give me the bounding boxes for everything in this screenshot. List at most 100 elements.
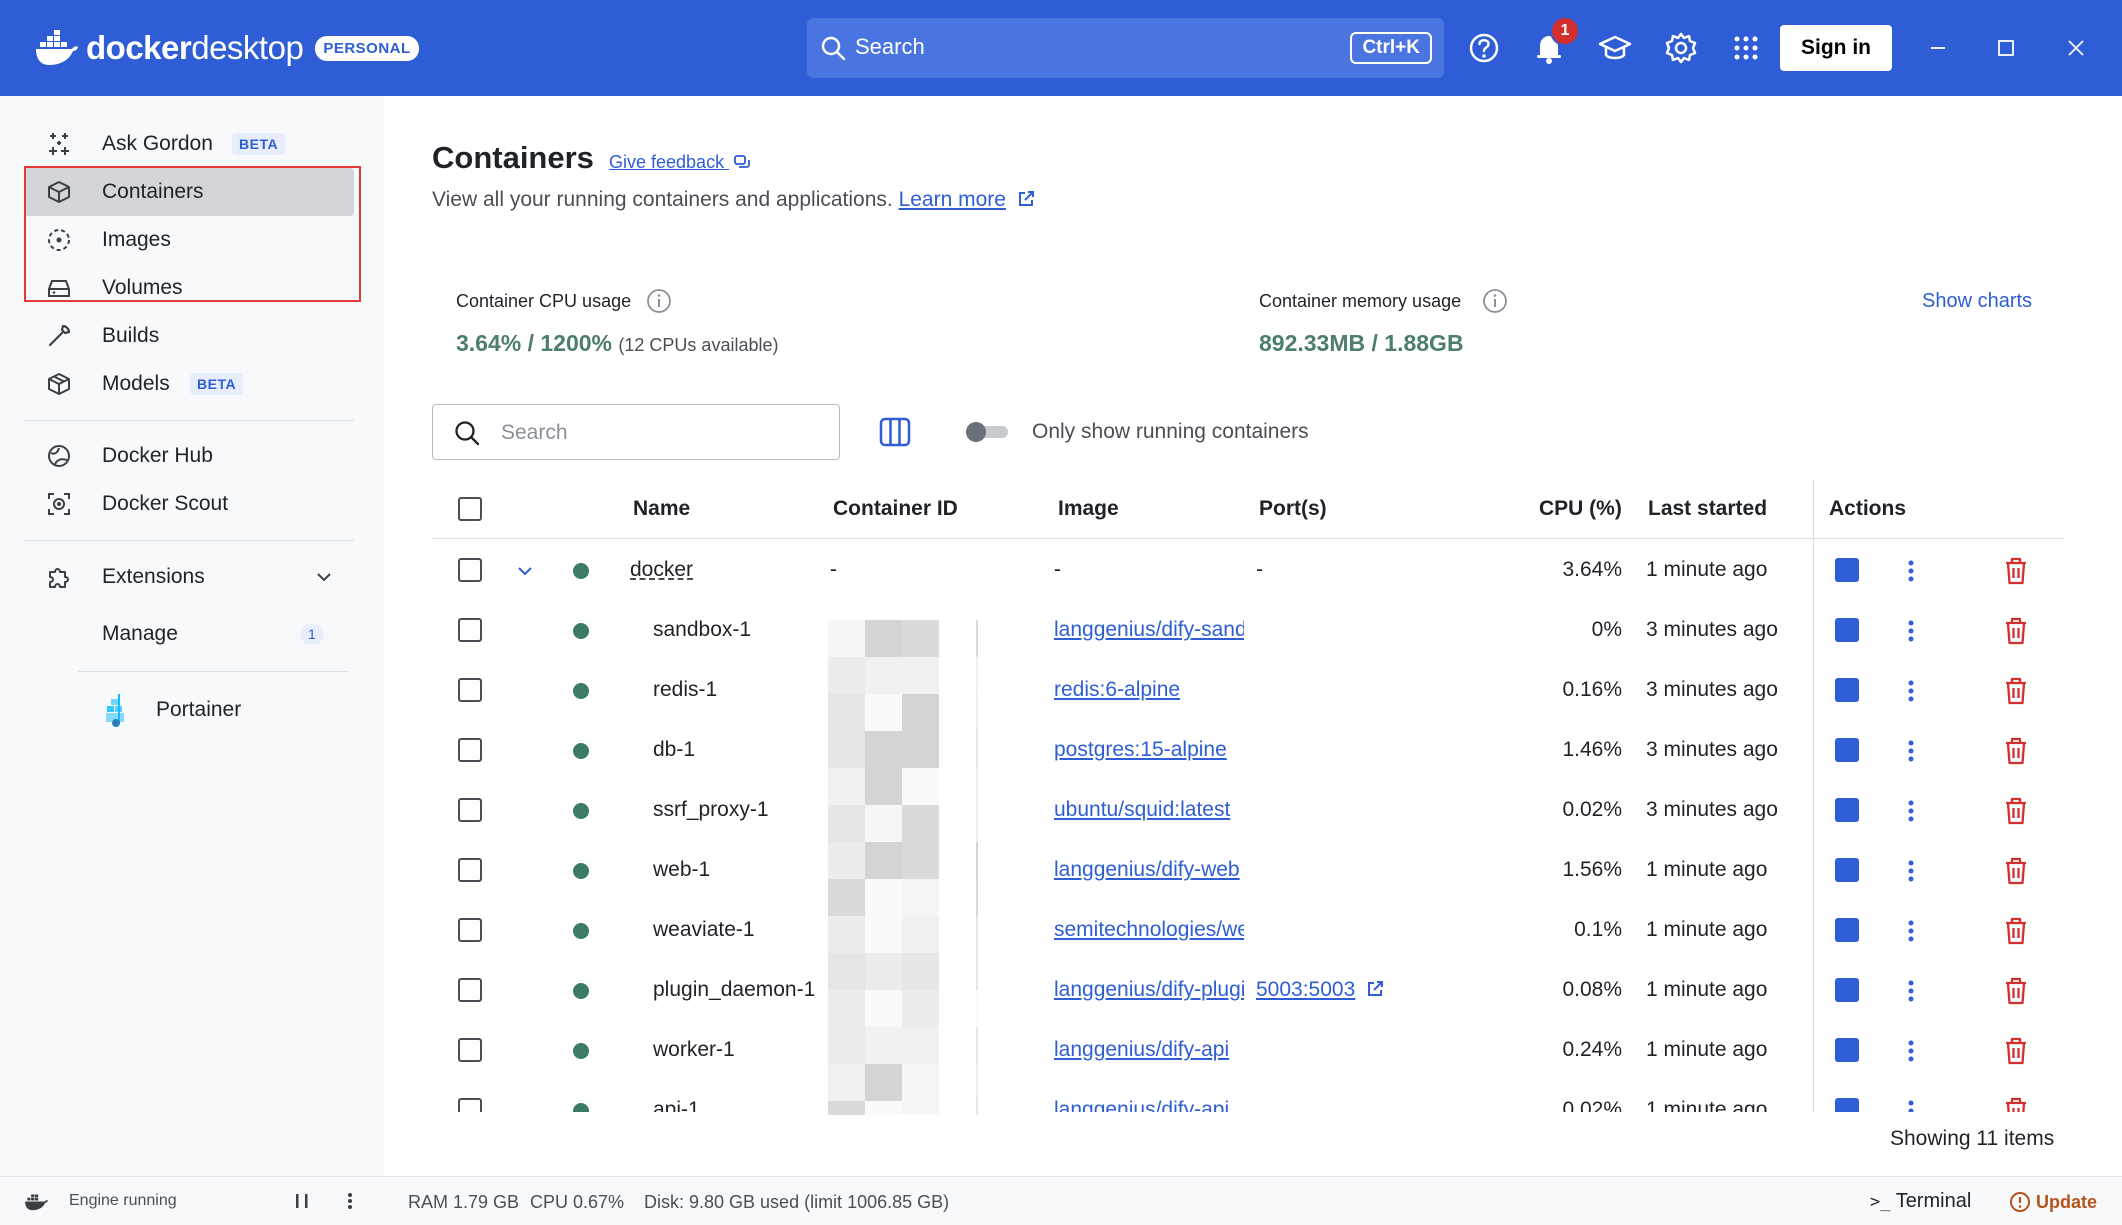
table-row[interactable]: api-1 langgenius/dify-api 0.02% 1 minute ag… (432, 1080, 2122, 1112)
table-row[interactable]: weaviate-1 semitechnologies/weaviate 0.1% 1… (432, 900, 2122, 960)
sign-in-button[interactable]: Sign in (1780, 25, 1892, 71)
table-row[interactable]: sandbox-1 langgenius/dify-sandbox 0% 3 minu… (432, 600, 2122, 660)
external-link-icon[interactable] (1016, 189, 1036, 209)
settings-gear-icon[interactable] (1663, 30, 1699, 66)
row-checkbox[interactable] (458, 918, 482, 942)
trash-icon[interactable] (2002, 676, 2030, 706)
stop-button[interactable] (1835, 858, 1859, 882)
global-search[interactable]: Search Ctrl+K (807, 18, 1444, 78)
table-row[interactable]: redis-1 redis:6-alpine 0.16% 3 minutes ago (432, 660, 2122, 720)
image-link[interactable]: langgenius/dify-plugin-daemon (1054, 978, 1244, 1002)
stop-button[interactable] (1835, 798, 1859, 822)
row-checkbox[interactable] (458, 858, 482, 882)
show-charts-button[interactable]: Show charts (1922, 290, 2032, 313)
stop-button[interactable] (1835, 618, 1859, 642)
container-search-input[interactable]: Search (432, 404, 840, 460)
close-icon[interactable] (2058, 30, 2094, 66)
column-header-container-id[interactable]: Container ID (833, 497, 958, 521)
container-name[interactable]: sandbox-1 (653, 618, 751, 642)
stop-button[interactable] (1835, 918, 1859, 942)
learn-more-link[interactable]: Learn more (899, 188, 1006, 211)
stop-button[interactable] (1835, 678, 1859, 702)
row-checkbox[interactable] (458, 798, 482, 822)
more-actions-icon[interactable] (1906, 1096, 1916, 1112)
table-row[interactable]: db-1 postgres:15-alpine 1.46% 3 minutes ago (432, 720, 2122, 780)
container-name[interactable]: api-1 (653, 1098, 700, 1112)
pause-icon[interactable] (293, 1191, 311, 1211)
more-actions-icon[interactable] (1906, 556, 1916, 586)
image-link[interactable]: redis:6-alpine (1054, 678, 1244, 702)
row-checkbox[interactable] (458, 1038, 482, 1062)
more-actions-icon[interactable] (1906, 916, 1916, 946)
trash-icon[interactable] (2002, 856, 2030, 886)
trash-icon[interactable] (2002, 916, 2030, 946)
row-checkbox[interactable] (458, 558, 482, 582)
trash-icon[interactable] (2002, 1036, 2030, 1066)
apps-grid-icon[interactable] (1728, 30, 1764, 66)
chevron-down-icon[interactable] (314, 567, 334, 587)
update-button[interactable]: Update (2009, 1191, 2097, 1213)
row-checkbox[interactable] (458, 978, 482, 1002)
port-link[interactable]: 5003:5003 (1256, 978, 1385, 1002)
image-link[interactable]: ubuntu/squid:latest (1054, 798, 1244, 822)
column-header-cpu[interactable]: CPU (%) (1539, 497, 1622, 521)
container-name[interactable]: weaviate-1 (653, 918, 755, 942)
trash-icon[interactable] (2002, 736, 2030, 766)
more-actions-icon[interactable] (1906, 616, 1916, 646)
container-name[interactable]: ssrf_proxy-1 (653, 798, 769, 822)
table-row[interactable]: worker-1 langgenius/dify-api 0.24% 1 minute… (432, 1020, 2122, 1080)
trash-icon[interactable] (2002, 616, 2030, 646)
column-header-image[interactable]: Image (1058, 497, 1119, 521)
more-actions-icon[interactable] (1906, 976, 1916, 1006)
sidebar-item-docker-hub[interactable]: Docker Hub (24, 432, 354, 480)
info-icon[interactable] (1482, 288, 1508, 314)
table-row[interactable]: web-1 langgenius/dify-web 1.56% 1 minute ag… (432, 840, 2122, 900)
columns-icon[interactable] (877, 414, 913, 450)
more-actions-icon[interactable] (1906, 736, 1916, 766)
image-link[interactable]: langgenius/dify-api (1054, 1038, 1244, 1062)
sidebar-item-extensions[interactable]: Extensions (24, 553, 354, 601)
table-row[interactable]: ssrf_proxy-1 ubuntu/squid:latest 0.02% 3 mi… (432, 780, 2122, 840)
stop-button[interactable] (1835, 1038, 1859, 1062)
image-link[interactable]: semitechnologies/weaviate (1054, 918, 1244, 942)
help-icon[interactable] (1466, 30, 1502, 66)
more-options-icon[interactable] (344, 1191, 356, 1211)
table-row[interactable]: docker - - - 3.64% 1 minute ago (432, 540, 2122, 600)
column-header-ports[interactable]: Port(s) (1259, 497, 1327, 521)
stop-button[interactable] (1835, 1098, 1859, 1112)
more-actions-icon[interactable] (1906, 676, 1916, 706)
sidebar-item-models[interactable]: Models BETA (24, 360, 354, 408)
minimize-icon[interactable] (1920, 30, 1956, 66)
container-name[interactable]: docker (630, 558, 693, 582)
more-actions-icon[interactable] (1906, 796, 1916, 826)
row-checkbox[interactable] (458, 738, 482, 762)
trash-icon[interactable] (2002, 796, 2030, 826)
sidebar-item-docker-scout[interactable]: Docker Scout (24, 480, 354, 528)
trash-icon[interactable] (2002, 976, 2030, 1006)
row-checkbox[interactable] (458, 678, 482, 702)
sidebar-item-portainer[interactable]: Portainer (24, 686, 354, 734)
column-header-name[interactable]: Name (633, 497, 690, 521)
select-all-checkbox[interactable] (458, 497, 482, 521)
trash-icon[interactable] (2002, 556, 2030, 586)
stop-button[interactable] (1835, 978, 1859, 1002)
row-checkbox[interactable] (458, 618, 482, 642)
sidebar-item-manage[interactable]: Manage 1 (24, 610, 354, 658)
container-name[interactable]: worker-1 (653, 1038, 735, 1062)
info-icon[interactable] (646, 288, 672, 314)
trash-icon[interactable] (2002, 1096, 2030, 1112)
image-link[interactable]: langgenius/dify-web (1054, 858, 1244, 882)
image-link[interactable]: postgres:15-alpine (1054, 738, 1244, 762)
container-name[interactable]: db-1 (653, 738, 695, 762)
terminal-button[interactable]: >_ Terminal (1870, 1190, 1971, 1213)
more-actions-icon[interactable] (1906, 1036, 1916, 1066)
chevron-down-icon[interactable] (514, 560, 536, 582)
container-name[interactable]: plugin_daemon-1 (653, 978, 815, 1002)
stop-button[interactable] (1835, 558, 1859, 582)
image-link[interactable]: langgenius/dify-sandbox (1054, 618, 1244, 642)
more-actions-icon[interactable] (1906, 856, 1916, 886)
give-feedback-link[interactable]: Give feedback (609, 152, 751, 173)
container-name[interactable]: web-1 (653, 858, 710, 882)
stop-button[interactable] (1835, 738, 1859, 762)
table-row[interactable]: plugin_daemon-1 langgenius/dify-plugin-da… (432, 960, 2122, 1020)
